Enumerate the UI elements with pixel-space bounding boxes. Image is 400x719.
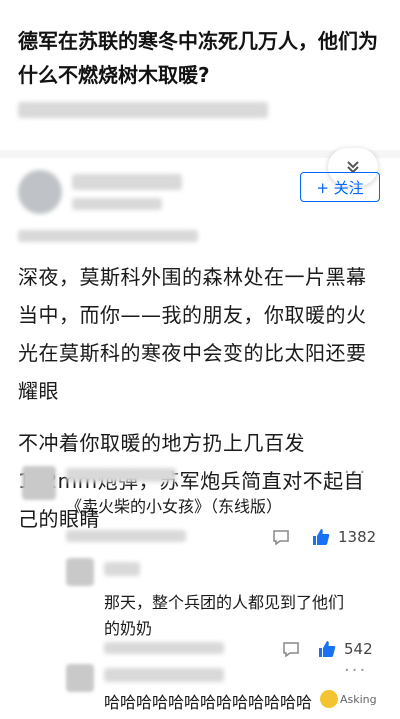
- author-bio-blurred: [72, 198, 162, 210]
- reply-icon[interactable]: [272, 528, 290, 546]
- like-count: 542: [344, 640, 373, 658]
- comment-avatar[interactable]: [22, 466, 56, 500]
- watermark: Asking: [318, 690, 377, 708]
- comment-text: 那天，整个兵团的人都见到了他们的奶奶: [104, 593, 345, 638]
- author-avatar[interactable]: [18, 170, 62, 214]
- comment-author-blurred[interactable]: [104, 668, 224, 682]
- reply-icon[interactable]: [282, 640, 300, 658]
- like-count: 1382: [338, 528, 377, 546]
- comment-avatar[interactable]: [66, 558, 94, 586]
- comment-meta-blurred: [66, 530, 186, 542]
- watermark-text: Asking: [340, 692, 377, 706]
- comment-meta-blurred: [104, 642, 224, 654]
- thumbs-up-icon: [319, 641, 336, 657]
- more-options-icon[interactable]: ···: [344, 660, 367, 681]
- comment-text: 《卖火柴的小女孩》（东线版）: [66, 497, 283, 516]
- comment-text: 哈哈哈哈哈哈哈哈哈哈哈哈哈: [104, 693, 313, 712]
- question-title[interactable]: 德军在苏联的寒冬中冻死几万人，他们为什么不燃烧树木取暖?: [18, 24, 378, 92]
- question-meta-blurred: [18, 102, 268, 118]
- comment-avatar[interactable]: [66, 664, 94, 692]
- follow-button[interactable]: + 关注: [300, 172, 380, 202]
- answer-paragraph: 深夜，莫斯科外围的森林处在一片黑幕当中，而你——我的朋友，你取暖的火光在莫斯科的…: [18, 265, 367, 403]
- more-options-icon[interactable]: ···: [344, 462, 367, 483]
- like-button[interactable]: 1382: [312, 528, 376, 546]
- comment-author-blurred[interactable]: [66, 468, 176, 482]
- like-button[interactable]: 542: [318, 640, 373, 658]
- author-name-blurred[interactable]: [72, 174, 182, 190]
- thumbs-up-icon: [313, 529, 330, 545]
- answer-meta-blurred: [18, 230, 198, 242]
- comment-author-blurred[interactable]: [104, 562, 140, 576]
- emoji-icon: [320, 690, 338, 708]
